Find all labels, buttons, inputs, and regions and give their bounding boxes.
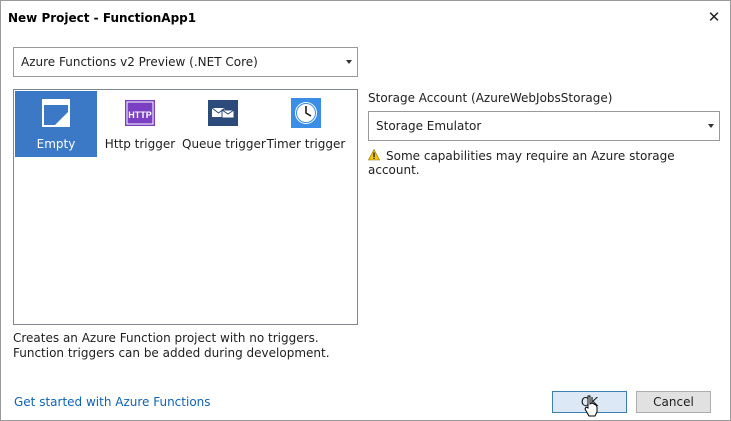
new-project-dialog: New Project - FunctionApp1 ✕ Azure Funct…: [0, 0, 731, 421]
dialog-title: New Project - FunctionApp1: [8, 11, 197, 25]
get-started-link[interactable]: Get started with Azure Functions: [14, 395, 211, 409]
storage-warning-text: Some capabilities may require an Azure s…: [368, 149, 675, 177]
template-empty[interactable]: Empty: [15, 91, 97, 157]
template-label: Timer trigger: [266, 137, 346, 151]
warning-icon: [368, 149, 380, 161]
template-timer-trigger[interactable]: Timer trigger: [265, 91, 347, 157]
template-http-trigger[interactable]: HTTP Http trigger: [99, 91, 181, 157]
framework-value: Azure Functions v2 Preview (.NET Core): [21, 55, 258, 69]
template-label: Empty: [36, 137, 76, 151]
template-list: Empty HTTP Http trigger Queue trigger Ti…: [13, 89, 358, 325]
http-trigger-icon: HTTP: [125, 100, 155, 126]
storage-account-dropdown[interactable]: Storage Emulator: [368, 111, 720, 141]
empty-template-icon: [42, 99, 70, 127]
framework-dropdown[interactable]: Azure Functions v2 Preview (.NET Core): [13, 47, 358, 77]
chevron-down-icon: [708, 124, 714, 128]
queue-trigger-icon: [208, 100, 238, 126]
template-label: Queue trigger: [182, 137, 266, 151]
chevron-down-icon: [346, 60, 352, 64]
template-label: Http trigger: [104, 137, 176, 151]
storage-account-value: Storage Emulator: [376, 119, 482, 133]
svg-text:HTTP: HTTP: [128, 110, 152, 120]
close-icon[interactable]: ✕: [704, 7, 724, 27]
cancel-button[interactable]: Cancel: [636, 391, 711, 413]
timer-trigger-icon: [291, 98, 321, 128]
template-description: Creates an Azure Function project with n…: [13, 331, 330, 360]
template-queue-trigger[interactable]: Queue trigger: [182, 91, 266, 157]
hand-cursor-icon: [584, 395, 598, 417]
storage-warning: Some capabilities may require an Azure s…: [368, 149, 730, 177]
storage-account-label: Storage Account (AzureWebJobsStorage): [368, 91, 613, 105]
